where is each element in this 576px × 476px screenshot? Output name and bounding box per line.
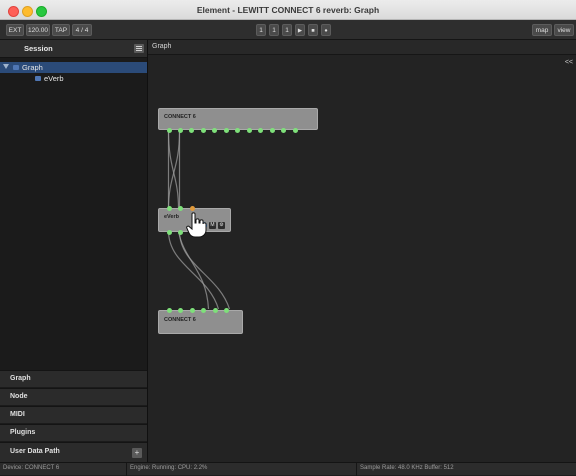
hand-pointer-cursor-icon [186,212,207,238]
output-port[interactable] [167,128,172,133]
section-user-data-path[interactable]: User Data Path + [0,442,147,462]
wire-5 [167,230,220,310]
section-plugins[interactable]: Plugins [0,424,147,441]
section-label: Node [10,393,28,400]
connection-wires [167,130,231,310]
input-port[interactable] [178,308,183,313]
view-button[interactable]: view [554,24,574,36]
input-port[interactable] [201,308,206,313]
section-label: MIDI [10,411,25,418]
stop-icon[interactable]: ■ [308,24,318,36]
node-title: CONNECT 6 [164,114,196,120]
output-port[interactable] [189,128,194,133]
beat-counter[interactable]: 1 [269,24,279,36]
add-path-button[interactable]: + [132,448,142,458]
output-port[interactable] [270,128,275,133]
disclosure-triangle-icon[interactable] [3,64,9,69]
output-port[interactable] [212,128,217,133]
output-port[interactable] [293,128,298,133]
input-port[interactable] [178,206,183,211]
node-icon [35,76,41,81]
output-port[interactable] [258,128,263,133]
section-graph[interactable]: Graph [0,370,147,387]
wire-1 [167,130,180,210]
sidebar: Session Graph eVerb Graph Node MIDI Plug… [0,40,148,462]
wire-7 [177,230,210,310]
output-port[interactable] [235,128,240,133]
output-port[interactable] [201,128,206,133]
window-title: Element - LEWITT CONNECT 6 reverb: Graph [196,5,380,15]
input-port[interactable] [167,206,172,211]
mute-button[interactable]: M [209,222,216,229]
input-port[interactable] [224,308,229,313]
audio-device-input-node[interactable]: CONNECT 6 [158,108,318,133]
audio-status: Sample Rate: 48.0 KHz Buffer: 512 [360,465,454,471]
device-status: Device: CONNECT 6 [3,465,60,471]
section-midi[interactable]: MIDI [0,406,147,423]
audio-device-output-node[interactable]: CONNECT 6 [158,308,243,334]
section-label: User Data Path [10,448,60,455]
section-node[interactable]: Node [0,388,147,405]
midi-input-port[interactable] [190,206,195,211]
input-port[interactable] [190,308,195,313]
toolbar: EXT 120.00 TAP 4 / 4 1 1 1 ▶ ■ ● map vie… [0,20,576,40]
output-port[interactable] [281,128,286,133]
input-port[interactable] [167,308,172,313]
output-port[interactable] [247,128,252,133]
settings-gear-icon[interactable]: ⚙ [218,222,225,229]
tempo-field[interactable]: 120.00 [26,24,50,36]
record-icon[interactable]: ● [321,24,331,36]
section-label: Plugins [10,429,36,436]
node-title: CONNECT 6 [164,317,196,323]
node-title: eVerb [164,214,179,220]
tick-counter[interactable]: 1 [282,24,292,36]
play-icon[interactable]: ▶ [295,24,305,36]
tree-item-label: eVerb [44,74,64,83]
session-title: Session [24,44,53,53]
tree-item-graph[interactable]: Graph [0,62,147,73]
section-label: Graph [10,375,31,382]
bar-counter[interactable]: 1 [256,24,266,36]
output-port[interactable] [224,128,229,133]
status-bar: Device: CONNECT 6 Engine: Running: CPU: … [0,462,576,476]
engine-status: Engine: Running: CPU: 2.2% [130,465,208,471]
tree-item-everb[interactable]: eVerb [0,73,147,84]
graph-icon [13,65,19,70]
status-divider [356,463,357,476]
output-port[interactable] [178,230,183,235]
menu-icon[interactable] [134,44,144,53]
time-signature-field[interactable]: 4 / 4 [72,24,92,36]
input-port[interactable] [213,308,218,313]
session-panel-header: Session [0,40,147,58]
tap-tempo-button[interactable]: TAP [52,24,70,36]
graph-editor[interactable]: Graph << CONNECT 6 eVerb M ⚙ CONNECT 6 [148,40,576,462]
title-bar: Element - LEWITT CONNECT 6 reverb: Graph [0,0,576,20]
output-port[interactable] [178,128,183,133]
tree-item-label: Graph [22,63,43,72]
status-divider [126,463,127,476]
ext-sync-button[interactable]: EXT [6,24,24,36]
wire-6 [178,230,231,310]
output-port[interactable] [167,230,172,235]
map-button[interactable]: map [532,24,552,36]
